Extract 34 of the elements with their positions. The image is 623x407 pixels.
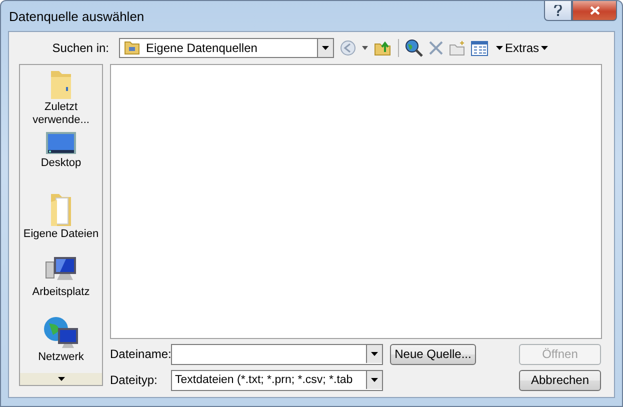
file-type-label: Dateityp: [110, 373, 158, 387]
sidebar-item[interactable]: Zuletzt verwende... [20, 65, 102, 127]
look-in-label: Suchen in: [51, 41, 109, 55]
new-source-button[interactable]: Neue Quelle... [390, 344, 476, 364]
close-button[interactable] [572, 1, 617, 21]
close-icon [590, 6, 600, 15]
folder-up-icon[interactable] [374, 40, 392, 56]
folder-icon [124, 41, 140, 55]
help-button[interactable] [544, 1, 572, 21]
location-text: Eigene Datenquellen [146, 41, 258, 55]
location-dropdown[interactable]: Eigene Datenquellen [119, 38, 334, 58]
cancel-button[interactable]: Abbrechen [519, 370, 601, 390]
globe-search-icon[interactable] [405, 39, 423, 57]
new-folder-icon[interactable] [449, 40, 465, 56]
view-grid-icon[interactable] [471, 40, 488, 56]
caret-icon [496, 46, 503, 50]
question-mark-icon [554, 5, 562, 16]
extras-menu[interactable]: Extras [494, 41, 550, 55]
dropdown-arrow-icon [371, 352, 378, 356]
scroll-down-icon [58, 376, 64, 381]
sidebar-item[interactable]: Netzwerk [20, 311, 102, 373]
delete-icon[interactable] [429, 41, 443, 55]
file-name-field[interactable] [171, 344, 383, 364]
caret-icon [541, 46, 548, 50]
file-type-dropdown[interactable]: Textdateien (*.txt; *.prn; *.csv; *.tab [171, 370, 383, 390]
sidebar-item[interactable]: Arbeitsplatz [20, 250, 102, 312]
file-name-label: Dateiname: [110, 347, 171, 361]
sidebar-item[interactable]: Desktop [20, 127, 102, 188]
dropdown-arrow-icon[interactable] [362, 46, 368, 50]
window-title: Datenquelle auswählen [9, 9, 144, 24]
sidebar-item[interactable]: Eigene Dateien [20, 188, 102, 250]
dropdown-arrow-icon [371, 378, 378, 382]
dropdown-arrow-icon [322, 46, 329, 50]
monitor-icon [45, 131, 77, 157]
